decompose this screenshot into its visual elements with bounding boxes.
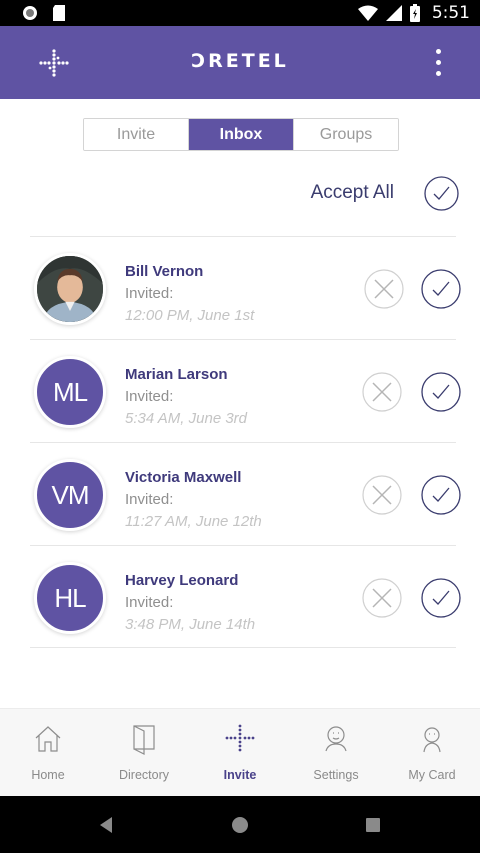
invite-row: ML Marian Larson Invited: 5:34 AM, June … [0, 340, 480, 443]
nav-label: Directory [118, 768, 169, 782]
invite-status: Invited: [125, 285, 174, 302]
tab-invite[interactable]: Invite [84, 119, 189, 150]
menu-dot-icon [435, 59, 441, 65]
decline-button[interactable] [362, 578, 402, 618]
app-title: ƆRETEL [191, 50, 289, 72]
invite-time: 5:34 AM, June 3rd [125, 410, 248, 427]
invitee-name[interactable]: Marian Larson [125, 366, 228, 383]
avatar[interactable]: HL [34, 562, 106, 634]
accept-all-label[interactable]: Accept All [311, 182, 394, 204]
clock: 5:51 [431, 3, 470, 23]
battery-icon [409, 4, 420, 22]
avatar[interactable]: VM [34, 459, 106, 531]
directory-icon [133, 725, 155, 755]
nav-label: Invite [223, 768, 257, 782]
sd-card-icon [53, 5, 65, 21]
decline-button[interactable] [362, 372, 402, 412]
invite-icon [225, 724, 255, 752]
home-circle-icon[interactable] [229, 814, 251, 836]
invite-row: Bill Vernon Invited: 12:00 PM, June 1st [0, 237, 480, 340]
accept-button[interactable] [421, 578, 461, 618]
tab-groups[interactable]: Groups [294, 119, 398, 150]
avatar[interactable]: ML [34, 356, 106, 428]
invite-time: 12:00 PM, June 1st [125, 307, 255, 324]
invitee-name[interactable]: Victoria Maxwell [125, 469, 241, 486]
divider [30, 647, 456, 648]
accept-button[interactable] [421, 269, 461, 309]
invite-time: 11:27 AM, June 12th [125, 513, 262, 530]
recents-icon[interactable] [362, 814, 384, 836]
invite-row: VM Victoria Maxwell Invited: 11:27 AM, J… [0, 443, 480, 546]
invite-status: Invited: [125, 491, 174, 508]
nav-label: Home [31, 768, 65, 782]
invitee-name[interactable]: Harvey Leonard [125, 572, 238, 589]
system-navigation-bar [0, 796, 480, 853]
gretel-logo-icon[interactable] [38, 48, 70, 80]
my-card-icon [423, 727, 441, 753]
nav-home[interactable]: Home [0, 709, 96, 796]
accept-button[interactable] [421, 475, 461, 515]
invitee-name[interactable]: Bill Vernon [125, 263, 203, 280]
nav-my-card[interactable]: My Card [384, 709, 480, 796]
decline-button[interactable] [362, 475, 402, 515]
nav-directory[interactable]: Directory [96, 709, 192, 796]
avatar[interactable] [34, 253, 106, 325]
settings-icon [325, 726, 347, 752]
profile-photo-icon [37, 256, 103, 322]
app-bar: ƆRETEL [0, 26, 480, 99]
decline-button[interactable] [364, 269, 404, 309]
invite-time: 3:48 PM, June 14th [125, 616, 256, 633]
bottom-navigation: Home Directory Invite Settings My Card [0, 708, 480, 796]
tab-inbox[interactable]: Inbox [189, 119, 294, 150]
home-icon [35, 726, 61, 752]
status-bar: 5:51 [0, 0, 480, 26]
wifi-icon [357, 5, 378, 21]
invite-row: HL Harvey Leonard Invited: 3:48 PM, June… [0, 546, 480, 649]
overflow-menu-button[interactable] [426, 42, 450, 82]
nav-settings[interactable]: Settings [288, 709, 384, 796]
nav-label: My Card [408, 768, 456, 782]
accept-all-check-icon[interactable] [424, 176, 459, 211]
nav-label: Settings [313, 768, 359, 782]
invite-status: Invited: [125, 388, 174, 405]
menu-dot-icon [435, 70, 441, 76]
cell-signal-icon [385, 5, 402, 21]
tab-bar: Invite Inbox Groups [83, 118, 399, 151]
accept-all-row: Accept All [0, 174, 480, 214]
nav-invite[interactable]: Invite [192, 709, 288, 796]
back-icon[interactable] [96, 814, 118, 836]
invite-status: Invited: [125, 594, 174, 611]
menu-dot-icon [435, 48, 441, 54]
accept-button[interactable] [421, 372, 461, 412]
notification-circle-icon [23, 6, 37, 20]
